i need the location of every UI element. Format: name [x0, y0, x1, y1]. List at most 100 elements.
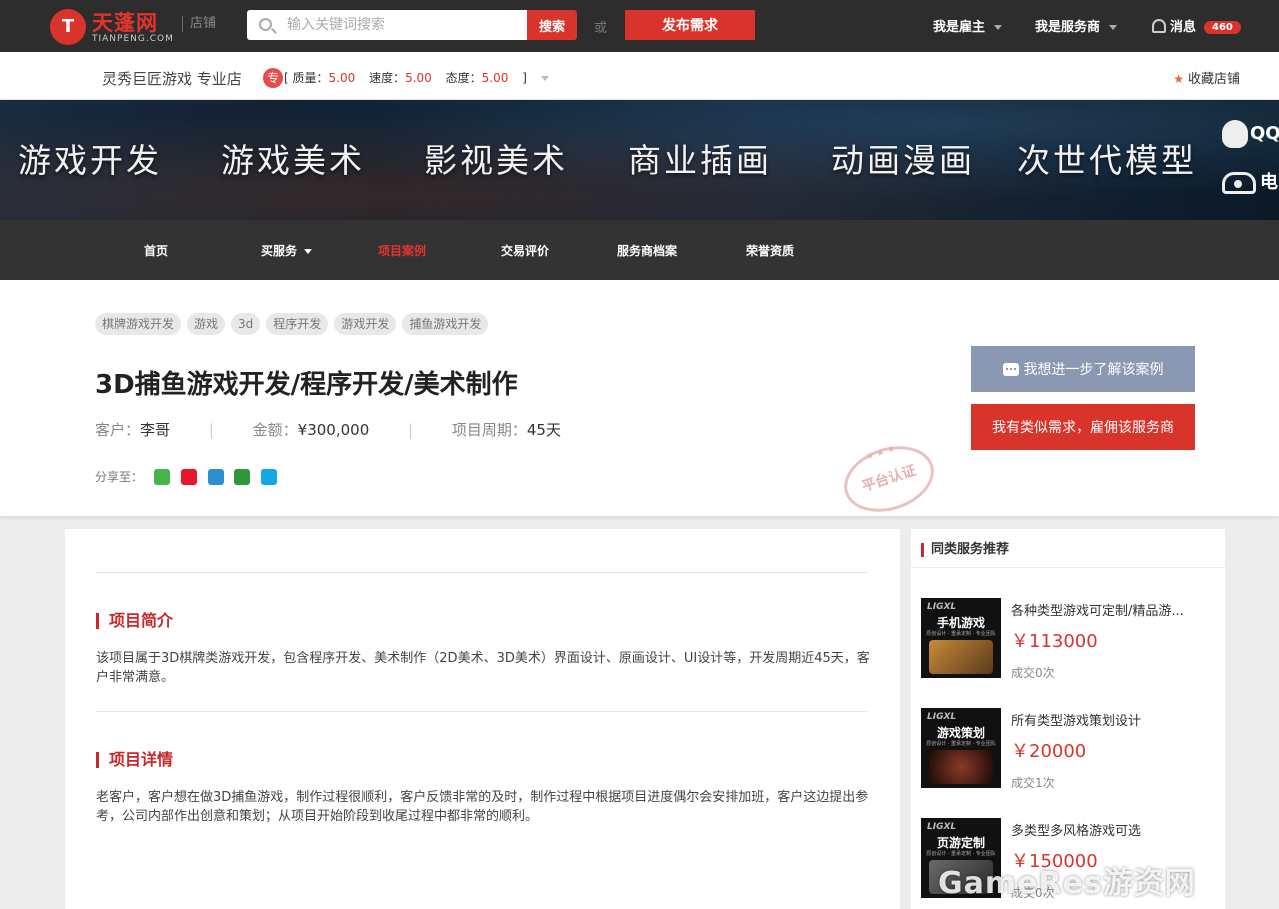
search-icon	[259, 18, 272, 31]
recommend-name[interactable]: 各种类型游戏可定制/精品游...	[1011, 600, 1211, 619]
thumb-brand: LIGXL	[927, 602, 957, 612]
ratings-dropdown-icon[interactable]	[540, 76, 549, 81]
thumb-brand: LIGXL	[927, 822, 957, 832]
qq-label: QQ	[1250, 123, 1279, 144]
nav-provider-profile[interactable]: 服务商档案	[617, 242, 677, 259]
client-label: 客户：	[95, 421, 141, 439]
hire-provider-button[interactable]: 我有类似需求，雇佣该服务商	[971, 404, 1195, 450]
thumb-art	[929, 640, 993, 674]
tag[interactable]: 程序开发	[266, 313, 329, 335]
tag[interactable]: 3d	[231, 313, 261, 335]
banner-item-illustration[interactable]: 商业插画	[628, 134, 772, 182]
nav-buy-services[interactable]: 买服务	[261, 242, 313, 259]
recommend-item[interactable]: LIGXL 游戏策划 原创设计 · 重承定制 · 专业团队 所有类型游戏策划设计…	[921, 708, 1221, 790]
thumb-art	[929, 750, 993, 784]
employer-label: 我是雇主	[933, 20, 986, 35]
case-header: 棋牌游戏开发 游戏 3d 程序开发 游戏开发 捕鱼游戏开发 3D捕鱼游戏开发/程序开发/美…	[0, 280, 1279, 523]
messages-label: 消息	[1170, 20, 1197, 35]
thumb-title: 页游定制	[936, 836, 985, 850]
store-tag: 店铺	[182, 16, 216, 32]
meta-divider: |	[408, 421, 414, 439]
qq-icon	[1222, 120, 1248, 148]
qzone-icon[interactable]	[261, 469, 278, 485]
tag[interactable]: 游戏	[187, 313, 226, 335]
recommend-thumbnail[interactable]: LIGXL 手机游戏 原创设计 · 重承定制 · 专业团队	[921, 598, 1001, 678]
top-bar: T 天蓬网 TIANPENG.COM 店铺 搜索 或 发布需求 我是雇主 我是服…	[0, 0, 1279, 52]
recommend-price: ￥113000	[1011, 631, 1098, 652]
tag[interactable]: 游戏开发	[334, 313, 397, 335]
store-ratings: [ 质量：5.00 速度：5.00 态度：5.00 ]	[284, 69, 549, 86]
nav-reviews[interactable]: 交易评价	[501, 242, 549, 259]
banner-item-film-art[interactable]: 影视美术	[424, 134, 568, 182]
recommend-sold: 成交1次	[1011, 776, 1055, 790]
banner-item-game-art[interactable]: 游戏美术	[221, 134, 365, 182]
recommend-name[interactable]: 所有类型游戏策划设计	[1011, 710, 1211, 729]
speed-value: 5.00	[405, 71, 432, 85]
divider	[96, 711, 867, 712]
amount-value: ¥300,000	[297, 421, 370, 439]
detail-title: 项目详情	[96, 752, 173, 768]
pro-badge-icon: 专	[263, 68, 283, 88]
meta-divider: |	[208, 421, 214, 439]
tag[interactable]: 捕鱼游戏开发	[402, 313, 489, 335]
case-title: 3D捕鱼游戏开发/程序开发/美术制作	[95, 370, 518, 400]
divider	[96, 572, 867, 573]
nav-project-cases[interactable]: 项目案例	[378, 242, 426, 259]
thumb-brand: LIGXL	[927, 712, 957, 722]
speed-label: 速度：	[369, 71, 406, 85]
thumb-title: 游戏策划	[936, 726, 985, 740]
wechat-icon[interactable]	[153, 469, 170, 485]
recommend-price: ￥20000	[1011, 741, 1087, 762]
quality-value: 5.00	[328, 71, 356, 85]
or-text: 或	[594, 21, 608, 36]
recommend-sold: 成交0次	[1011, 666, 1055, 680]
search-input[interactable]	[287, 10, 522, 40]
amount-label: 金额：	[252, 421, 298, 439]
tag[interactable]: 棋牌游戏开发	[95, 313, 182, 335]
store-name[interactable]: 灵秀巨匠游戏 专业店	[102, 68, 242, 89]
thumb-title: 手机游戏	[936, 616, 985, 630]
recommend-thumbnail[interactable]: LIGXL 游戏策划 原创设计 · 重承定制 · 专业团队	[921, 708, 1001, 788]
banner-phone[interactable]: 电	[1222, 168, 1279, 194]
attitude-value: 5.00	[481, 71, 509, 85]
learn-more-label: 我想进一步了解该案例	[1023, 362, 1164, 378]
learn-more-button[interactable]: 我想进一步了解该案例	[971, 346, 1195, 392]
site-logo[interactable]: T 天蓬网 TIANPENG.COM	[50, 7, 182, 47]
period-value: 45天	[526, 421, 561, 439]
bell-icon	[1152, 19, 1166, 33]
nav-honors[interactable]: 荣誉资质	[746, 242, 794, 259]
case-tags: 棋牌游戏开发 游戏 3d 程序开发 游戏开发 捕鱼游戏开发	[95, 313, 494, 335]
favorite-store-link[interactable]: ★ 收藏店铺	[1173, 68, 1240, 87]
logo-text: 天蓬网	[92, 11, 158, 35]
logo-subtext: TIANPENG.COM	[92, 34, 174, 44]
nav-home[interactable]: 首页	[144, 242, 168, 259]
store-bar: 灵秀巨匠游戏 专业店 专 [ 质量：5.00 速度：5.00 态度：5.00 ]…	[0, 52, 1279, 100]
recommend-item[interactable]: LIGXL 手机游戏 原创设计 · 重承定制 · 专业团队 各种类型游戏可定制/…	[921, 598, 1221, 680]
employer-menu[interactable]: 我是雇主	[933, 16, 1003, 35]
search-box	[247, 10, 527, 40]
messages-link[interactable]: 消息 460	[1152, 16, 1241, 35]
intro-text: 该项目属于3D棋牌类游戏开发，包含程序开发、美术制作（2D美术、3D美术）界面设…	[96, 651, 870, 685]
case-content: 项目简介 该项目属于3D棋牌类游戏开发，包含程序开发、美术制作（2D美术、3D美…	[65, 529, 900, 909]
banner-qq[interactable]: QQ	[1222, 120, 1279, 148]
client-value: 李哥	[140, 421, 171, 439]
douban-icon[interactable]	[234, 469, 251, 485]
nav-buy-services-label: 买服务	[261, 244, 298, 258]
thumb-subtitle: 原创设计 · 重承定制 · 专业团队	[926, 631, 996, 637]
provider-menu[interactable]: 我是服务商	[1035, 16, 1118, 35]
banner-item-game-dev[interactable]: 游戏开发	[18, 134, 162, 182]
intro-title: 项目简介	[96, 613, 173, 629]
banner-item-nextgen-model[interactable]: 次世代模型	[1017, 134, 1197, 182]
thumb-subtitle: 原创设计 · 重承定制 · 专业团队	[926, 851, 996, 857]
period-label: 项目周期：	[451, 421, 527, 439]
quality-label: 质量：	[292, 71, 329, 85]
favorite-label: 收藏店铺	[1187, 72, 1240, 87]
search-button[interactable]: 搜索	[527, 10, 577, 40]
recommend-name[interactable]: 多类型多风格游戏可选	[1011, 820, 1211, 839]
messages-count-badge: 460	[1204, 21, 1241, 34]
weibo-icon[interactable]	[180, 469, 197, 485]
publish-demand-button[interactable]: 发布需求	[625, 10, 755, 40]
banner-item-animation[interactable]: 动画漫画	[831, 134, 975, 182]
ratings-close-bracket: ]	[522, 71, 527, 85]
tencent-weibo-icon[interactable]	[207, 469, 224, 485]
